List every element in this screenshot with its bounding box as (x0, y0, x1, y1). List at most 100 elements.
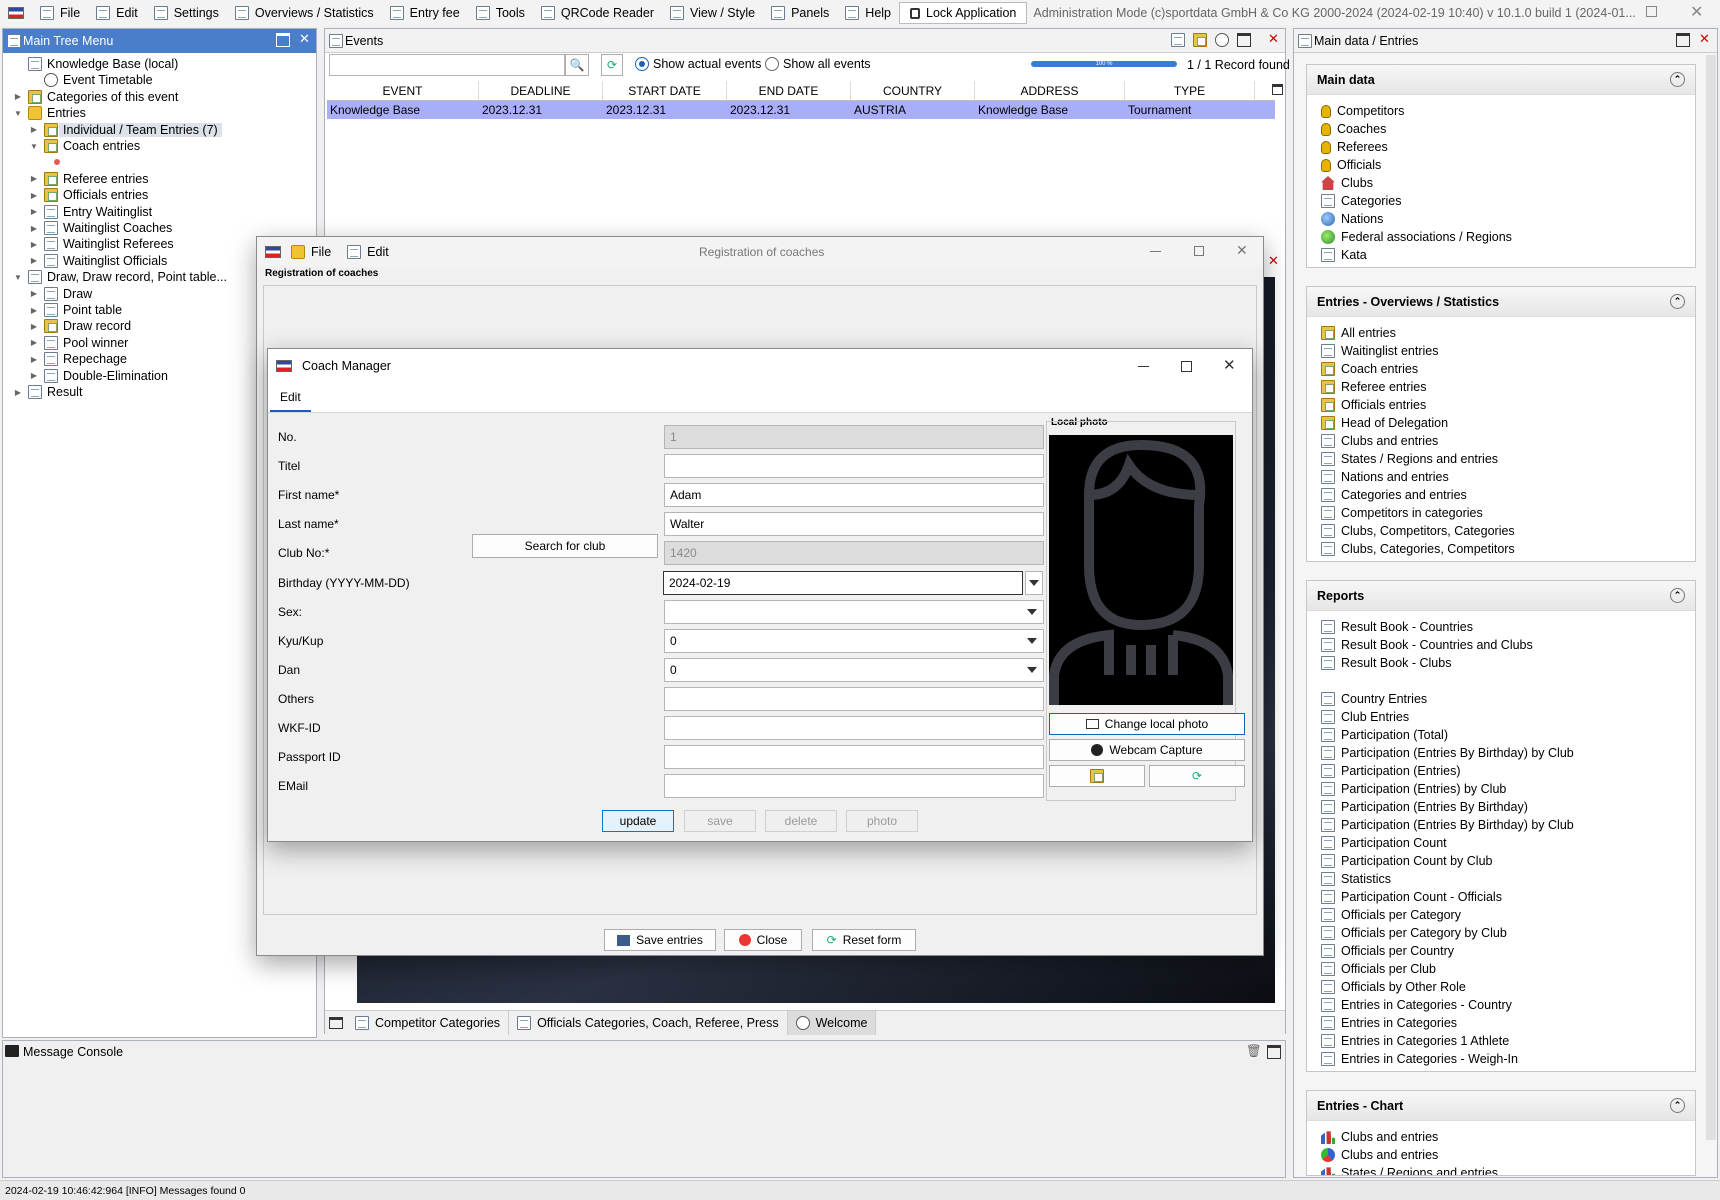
titel-field[interactable] (664, 454, 1044, 479)
first-name-field[interactable]: Adam (664, 483, 1044, 508)
tree-item[interactable]: ▶ Draw (29, 285, 92, 303)
show-all-events-radio[interactable]: Show all events (765, 57, 871, 71)
update-button[interactable]: update (602, 810, 674, 832)
minimize-icon[interactable] (1138, 366, 1149, 367)
section-header[interactable]: Entries - Overviews / Statistics ⌃ (1307, 287, 1695, 317)
lock-application-button[interactable]: Lock Application (899, 2, 1028, 24)
tree-toggle-icon[interactable]: ▶ (29, 322, 39, 331)
list-item[interactable]: Clubs (1307, 174, 1695, 192)
photo-refresh-button[interactable]: ⟳ (1149, 765, 1245, 787)
tree-toggle-icon[interactable]: ▶ (29, 256, 39, 265)
list-item[interactable]: Nations (1307, 210, 1695, 228)
photo-button[interactable]: photo (846, 810, 918, 832)
last-name-field[interactable]: Walter (664, 512, 1044, 537)
menu-settings[interactable]: Settings (146, 0, 227, 26)
tree-item[interactable]: ▶ Individual / Team Entries (7) (29, 121, 222, 139)
list-item[interactable]: Clubs and entries (1307, 1128, 1695, 1146)
tree-item[interactable]: ▶ Double-Elimination (29, 367, 168, 385)
email-field[interactable] (664, 774, 1044, 799)
tree-toggle-icon[interactable]: ▶ (29, 371, 39, 380)
tree-item[interactable]: ▶ Waitinglist Coaches (29, 219, 172, 237)
list-item[interactable]: Categories (1307, 192, 1695, 210)
menu-tools[interactable]: Tools (468, 0, 533, 26)
tree-toggle-icon[interactable]: ▶ (29, 191, 39, 200)
bottom-tab[interactable]: Welcome (787, 1011, 877, 1035)
list-item[interactable]: Kata (1307, 246, 1695, 264)
list-item[interactable]: Waitinglist entries (1307, 342, 1695, 360)
birthday-field[interactable]: 2024-02-19 (663, 570, 1023, 595)
list-item[interactable]: Head of Delegation (1307, 414, 1695, 432)
export-icon[interactable] (1171, 33, 1185, 47)
list-item[interactable]: Federal associations / Regions (1307, 228, 1695, 246)
list-item[interactable]: Participation Count (1307, 834, 1695, 852)
menu-file[interactable]: File (32, 0, 88, 26)
tree-item[interactable]: ▶ Waitinglist Officials (29, 252, 167, 270)
column-header[interactable]: ADDRESS (975, 81, 1125, 100)
tree-item[interactable]: ▶ Waitinglist Referees (29, 235, 174, 253)
table-row[interactable]: Knowledge Base 2023.12.31 2023.12.31 2023.1… (327, 101, 1275, 119)
menu-qrcode-reader[interactable]: QRCode Reader (533, 0, 662, 26)
list-item[interactable]: Officials by Other Role (1307, 978, 1695, 996)
list-item[interactable]: Participation (Entries) (1307, 762, 1695, 780)
maximize-icon[interactable] (1181, 361, 1192, 372)
tree-item[interactable]: ▶ Point table (29, 301, 122, 319)
list-item[interactable]: Result Book - Countries and Clubs (1307, 636, 1695, 654)
passport-id-field[interactable] (664, 745, 1044, 770)
section-header[interactable]: Reports ⌃ (1307, 581, 1695, 611)
list-item[interactable]: Participation (Entries By Birthday) by C… (1307, 744, 1695, 762)
file-menu[interactable]: File (311, 245, 331, 259)
save-entries-button[interactable]: Save entries (604, 929, 716, 951)
list-item[interactable]: Statistics (1307, 870, 1695, 888)
refresh-icon[interactable] (1215, 33, 1229, 47)
collapse-icon[interactable]: ⌃ (1670, 294, 1685, 309)
tree-item[interactable]: ▶ Draw record (29, 317, 131, 335)
list-item[interactable]: Referee entries (1307, 378, 1695, 396)
list-item[interactable]: All entries (1307, 324, 1695, 342)
save-button[interactable]: save (684, 810, 756, 832)
list-item[interactable]: Participation (Total) (1307, 726, 1695, 744)
minimize-icon[interactable] (1150, 251, 1161, 252)
list-item[interactable]: Categories and entries (1307, 486, 1695, 504)
maximize-panel-icon[interactable] (1267, 1045, 1281, 1059)
search-button[interactable]: 🔍 (565, 54, 589, 76)
list-item[interactable]: Club Entries (1307, 708, 1695, 726)
menu-entry-fee[interactable]: Entry fee (382, 0, 468, 26)
close-icon[interactable]: ✕ (1236, 242, 1248, 259)
dan-select[interactable]: 0 (664, 657, 1044, 682)
close-button[interactable]: Close (724, 929, 802, 951)
tree-item[interactable]: ▼ Draw, Draw record, Point table... (13, 268, 227, 286)
list-item[interactable]: Participation (Entries By Birthday) by C… (1307, 816, 1695, 834)
tree-toggle-icon[interactable]: ▼ (29, 142, 39, 151)
reset-form-button[interactable]: ⟳ Reset form (812, 929, 916, 951)
tree-toggle-icon[interactable]: ▶ (13, 388, 23, 397)
close-panel-icon[interactable]: ✕ (1268, 31, 1282, 46)
list-item[interactable]: Entries in Categories - Country (1307, 996, 1695, 1014)
list-item[interactable]: Clubs and entries (1307, 432, 1695, 450)
menu-panels[interactable]: Panels (763, 0, 837, 26)
tree-toggle-icon[interactable]: ▶ (13, 92, 23, 101)
column-header[interactable]: END DATE (727, 81, 851, 100)
tree-toggle-icon[interactable]: ▶ (29, 338, 39, 347)
delete-button[interactable]: delete (765, 810, 837, 832)
collapse-icon[interactable]: ⌃ (1670, 72, 1685, 87)
tree-item[interactable]: ▶ Referee entries (29, 170, 148, 188)
section-header[interactable]: Main data ⌃ (1307, 65, 1695, 95)
tree-item[interactable]: ▶ Categories of this event (13, 88, 178, 106)
list-item[interactable]: Participation (Entries By Birthday) (1307, 798, 1695, 816)
webcam-capture-button[interactable]: Webcam Capture (1049, 739, 1245, 761)
list-item[interactable]: Clubs, Competitors, Categories (1307, 522, 1695, 540)
maximize-panel-icon[interactable] (1237, 33, 1251, 47)
collapse-icon[interactable]: ⌃ (1670, 1098, 1685, 1113)
tree-toggle-icon[interactable]: ▶ (29, 306, 39, 315)
restore-icon[interactable] (1646, 6, 1657, 17)
bottom-tab[interactable]: Competitor Categories (347, 1011, 510, 1035)
menu-view-style[interactable]: View / Style (662, 0, 763, 26)
column-chooser-icon[interactable] (1272, 84, 1283, 95)
events-search-input[interactable] (329, 54, 565, 76)
list-item[interactable]: Competitors in categories (1307, 504, 1695, 522)
tree-toggle-icon[interactable]: ▶ (29, 224, 39, 233)
wkf-id-field[interactable] (664, 716, 1044, 740)
tab-edit[interactable]: Edit (270, 383, 311, 412)
tree-item[interactable]: Event Timetable (29, 71, 153, 89)
list-item[interactable]: Officials per Club (1307, 960, 1695, 978)
